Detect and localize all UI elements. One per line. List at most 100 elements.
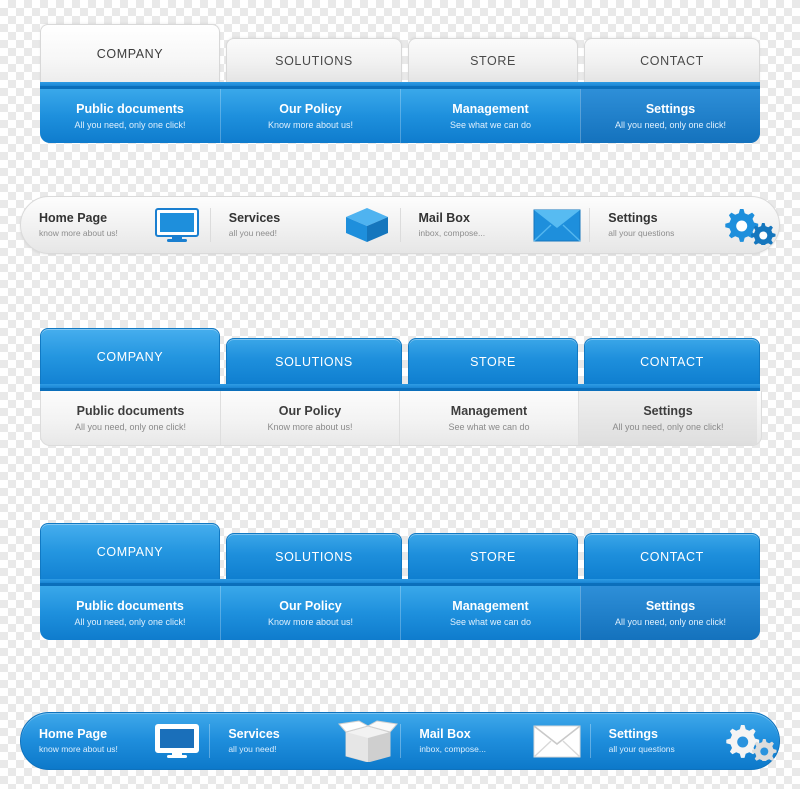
tab-label: STORE (470, 53, 516, 68)
submenu-subtitle: Know more about us! (267, 119, 354, 130)
pill-subtitle: inbox, compose... (419, 744, 486, 754)
pill-subtitle: all you need! (228, 744, 277, 754)
pill-subtitle: inbox, compose... (418, 228, 486, 238)
submenu-item-settings-3[interactable]: Settings All you need, only one click! (578, 391, 757, 445)
tab-row-4: COMPANY SOLUTIONS STORE CONTACT (40, 523, 760, 579)
submenu-title: Settings (645, 598, 696, 613)
submenu-item-our-policy-3[interactable]: Our Policy Know more about us! (220, 391, 399, 445)
pill-item-home-page-blue[interactable]: Home Page know more about us! (21, 713, 209, 769)
tab-label: COMPANY (96, 544, 164, 559)
submenu-title: Public documents (76, 101, 184, 116)
submenu-subtitle: All you need, only one click! (614, 616, 727, 627)
tab-label: COMPANY (96, 349, 164, 364)
pill-subtitle: all you need! (228, 228, 277, 238)
pill-title: Settings (608, 727, 658, 741)
pill-title: Home Page (39, 727, 108, 741)
submenu-title: Settings (643, 403, 693, 418)
tab-row-3: COMPANY SOLUTIONS STORE CONTACT (40, 328, 760, 384)
design-canvas: COMPANY SOLUTIONS STORE CONTACT Public d… (0, 0, 800, 789)
submenu-item-our-policy-1[interactable]: Our Policy Know more about us! (220, 89, 400, 143)
submenu-item-management-4[interactable]: Management See what we can do (400, 586, 580, 640)
tab-store-3[interactable]: STORE (408, 338, 578, 384)
submenu-title: Management (452, 598, 529, 613)
submenu-title: Settings (645, 101, 696, 116)
pill-item-settings-light[interactable]: Settings all your questions (590, 197, 779, 253)
submenu-item-management-1[interactable]: Management See what we can do (400, 89, 580, 143)
tab-solutions-1[interactable]: SOLUTIONS (226, 38, 402, 82)
tab-company-3[interactable]: COMPANY (40, 328, 220, 384)
submenu-subtitle: All you need, only one click! (74, 421, 187, 432)
submenu-title: Public documents (76, 598, 184, 613)
submenu-item-public-documents-4[interactable]: Public documents All you need, only one … (40, 586, 220, 640)
submenu-subtitle: All you need, only one click! (614, 119, 727, 130)
gears-icon (719, 721, 779, 761)
submenu-subtitle: See what we can do (449, 616, 532, 627)
pill-title: Services (228, 211, 281, 225)
pill-bar-light: Home Page know more about us! Services a… (20, 196, 780, 254)
tab-store-4[interactable]: STORE (408, 533, 578, 579)
pill-subtitle: know more about us! (39, 228, 118, 238)
pill-subtitle: know more about us! (39, 744, 118, 754)
tab-label: SOLUTIONS (275, 549, 353, 564)
pill-title: Mail Box (419, 727, 471, 741)
tab-label: SOLUTIONS (275, 354, 353, 369)
tab-label: SOLUTIONS (275, 53, 353, 68)
submenu-subtitle: All you need, only one click! (612, 421, 724, 432)
submenu-title: Our Policy (279, 101, 342, 116)
pill-item-mail-box-light[interactable]: Mail Box inbox, compose... (401, 197, 590, 253)
submenu-item-our-policy-4[interactable]: Our Policy Know more about us! (220, 586, 400, 640)
submenu-title: Our Policy (279, 598, 342, 613)
tab-contact-1[interactable]: CONTACT (584, 38, 760, 82)
submenu-subtitle: See what we can do (448, 421, 530, 432)
tab-company-4[interactable]: COMPANY (40, 523, 220, 579)
submenu-title: Management (450, 403, 528, 418)
tab-company-1[interactable]: COMPANY (40, 24, 220, 82)
tab-contact-4[interactable]: CONTACT (584, 533, 760, 579)
pill-title: Mail Box (418, 211, 470, 225)
navbar-set-4: COMPANY SOLUTIONS STORE CONTACT Public d… (40, 523, 760, 640)
pill-title: Settings (608, 211, 658, 225)
tab-label: STORE (470, 354, 516, 369)
gears-icon (718, 205, 778, 245)
pill-bar-blue: Home Page know more about us! Services a… (20, 712, 780, 770)
tab-solutions-3[interactable]: SOLUTIONS (226, 338, 402, 384)
pill-item-settings-blue[interactable]: Settings all your questions (591, 713, 779, 769)
tab-row-1: COMPANY SOLUTIONS STORE CONTACT (40, 20, 760, 82)
submenu-subtitle: All you need, only one click! (74, 119, 186, 130)
tab-label: CONTACT (640, 53, 704, 68)
submenu-item-management-3[interactable]: Management See what we can do (399, 391, 578, 445)
pill-title: Home Page (39, 211, 108, 225)
envelope-icon (529, 209, 585, 242)
pill-item-home-page-light[interactable]: Home Page know more about us! (21, 197, 210, 253)
pill-item-mail-box-blue[interactable]: Mail Box inbox, compose... (401, 713, 589, 769)
pill-item-services-blue[interactable]: Services all you need! (210, 713, 400, 769)
pill-title: Services (228, 727, 280, 741)
tab-contact-3[interactable]: CONTACT (584, 338, 760, 384)
submenu-subtitle: Know more about us! (267, 421, 353, 432)
submenu-bar-1: Public documents All you need, only one … (40, 89, 760, 143)
submenu-item-settings-4[interactable]: Settings All you need, only one click! (580, 586, 760, 640)
submenu-subtitle: See what we can do (449, 119, 532, 130)
submenu-subtitle: All you need, only one click! (74, 616, 186, 627)
tab-label: CONTACT (640, 549, 704, 564)
navbar-set-3: COMPANY SOLUTIONS STORE CONTACT Public d… (40, 328, 762, 446)
box-icon (339, 206, 395, 244)
envelope-icon (529, 724, 585, 758)
submenu-subtitle: Know more about us! (267, 616, 354, 627)
monitor-icon (149, 724, 205, 758)
pill-subtitle: all your questions (608, 228, 675, 238)
tab-solutions-4[interactable]: SOLUTIONS (226, 533, 402, 579)
submenu-item-public-documents-1[interactable]: Public documents All you need, only one … (40, 89, 220, 143)
submenu-title: Public documents (76, 403, 185, 418)
tab-label: COMPANY (96, 46, 164, 61)
submenu-bar-4: Public documents All you need, only one … (40, 586, 760, 640)
submenu-bar-3: Public documents All you need, only one … (40, 391, 762, 446)
pill-item-services-light[interactable]: Services all you need! (211, 197, 400, 253)
submenu-title: Our Policy (278, 403, 342, 418)
submenu-item-public-documents-3[interactable]: Public documents All you need, only one … (41, 391, 220, 445)
submenu-title: Management (452, 101, 529, 116)
tab-store-1[interactable]: STORE (408, 38, 578, 82)
pill-subtitle: all your questions (608, 744, 675, 754)
submenu-item-settings-1[interactable]: Settings All you need, only one click! (580, 89, 760, 143)
navbar-set-1: COMPANY SOLUTIONS STORE CONTACT Public d… (40, 20, 760, 143)
